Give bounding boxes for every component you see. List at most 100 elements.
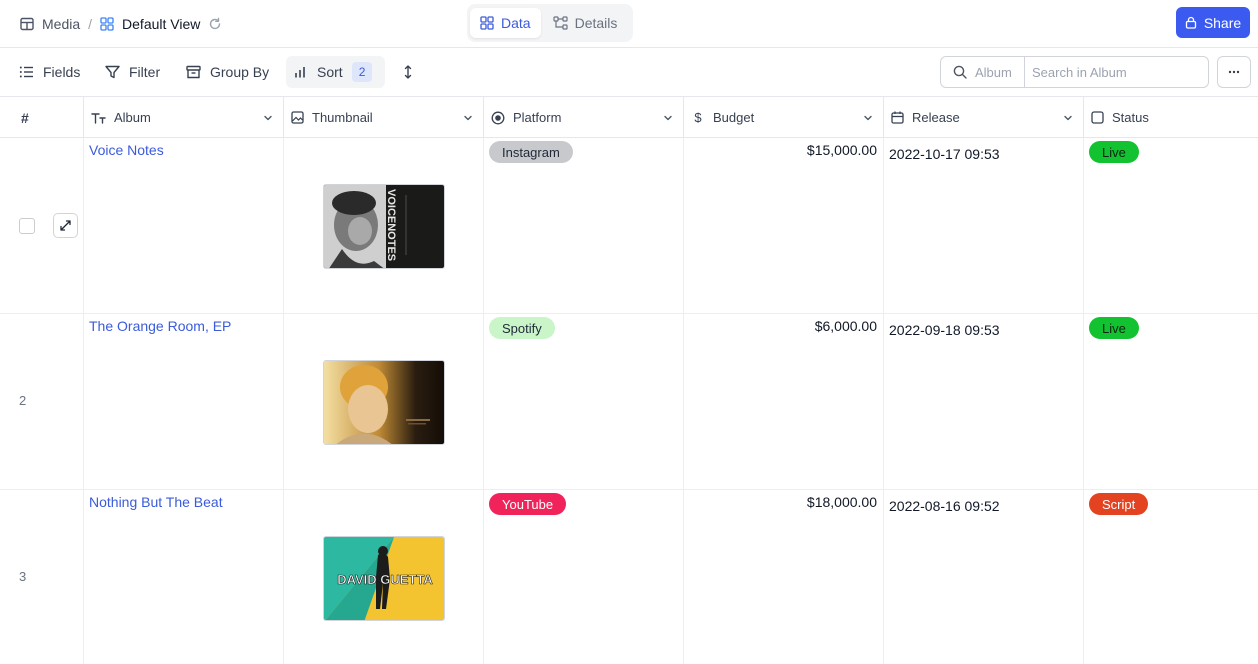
album-cover-image[interactable]: DAVID GUETTA	[323, 536, 445, 621]
sort-count-badge: 2	[351, 62, 373, 82]
fields-button[interactable]: Fields	[19, 56, 80, 88]
platform-cell[interactable]: Instagram	[484, 138, 684, 313]
budget-cell[interactable]: $18,000.00	[684, 490, 884, 664]
table-row[interactable]: 3 Nothing But The Beat DAVID GUETTA YouT…	[0, 490, 1258, 664]
column-album-label: Album	[114, 110, 151, 125]
platform-cell[interactable]: Spotify	[484, 314, 684, 489]
refresh-icon[interactable]	[208, 17, 222, 31]
row-height-button[interactable]	[401, 56, 415, 88]
single-select-icon	[491, 111, 505, 125]
row-number: 3	[19, 569, 27, 584]
data-grid: # Album Thumbnail Platform $ Budget Rele…	[0, 97, 1258, 664]
top-bar: Media / Default View Data Details Share	[0, 0, 1258, 48]
tab-data-label: Data	[501, 15, 531, 31]
column-header-album[interactable]: Album	[84, 97, 284, 138]
column-header-platform[interactable]: Platform	[484, 97, 684, 138]
image-icon	[291, 111, 304, 124]
album-link[interactable]: Nothing But The Beat	[89, 494, 223, 510]
column-header-status[interactable]: Status	[1084, 97, 1258, 138]
status-badge: Script	[1089, 493, 1149, 515]
platform-tag: Instagram	[489, 141, 573, 163]
table-row[interactable]: Voice Notes VOICENOTES Instagram $15,000…	[0, 138, 1258, 314]
breadcrumb-base-label: Media	[42, 16, 81, 32]
chevron-down-icon[interactable]	[463, 111, 473, 126]
search-field-label: Album	[975, 64, 1012, 80]
header-row: # Album Thumbnail Platform $ Budget Rele…	[0, 97, 1258, 138]
text-type-icon	[91, 112, 106, 124]
album-cover-image[interactable]: VOICENOTES	[323, 184, 445, 269]
sort-button[interactable]: Sort 2	[286, 56, 385, 88]
platform-tag: Spotify	[489, 317, 555, 339]
chevron-down-icon[interactable]	[1063, 111, 1073, 126]
toolbar: Fields Filter Group By Sort 2 Album	[0, 48, 1258, 97]
view-tabs: Data Details	[467, 4, 633, 42]
search-field-select[interactable]: Album	[941, 57, 1025, 87]
album-link[interactable]: The Orange Room, EP	[89, 318, 231, 334]
chevron-down-icon[interactable]	[263, 111, 273, 126]
breadcrumb-view[interactable]: Default View	[100, 16, 200, 32]
budget-cell[interactable]: $6,000.00	[684, 314, 884, 489]
filter-icon	[105, 65, 120, 79]
calendar-icon	[891, 111, 904, 124]
release-value: 2022-10-17 09:53	[889, 146, 1000, 162]
column-header-release[interactable]: Release	[884, 97, 1084, 138]
column-header-number: #	[0, 97, 84, 138]
row-number-cell: 3	[0, 490, 84, 664]
release-cell[interactable]: 2022-09-18 09:53	[884, 314, 1084, 489]
thumbnail-cell[interactable]: DAVID GUETTA	[284, 490, 484, 664]
tab-details-label: Details	[574, 15, 618, 31]
breadcrumb: Media / Default View	[20, 0, 222, 48]
search-input[interactable]	[1025, 57, 1208, 87]
chevron-down-icon[interactable]	[863, 111, 873, 126]
album-link[interactable]: Voice Notes	[89, 142, 164, 158]
album-cell[interactable]: Voice Notes	[84, 138, 284, 313]
breadcrumb-base[interactable]: Media	[20, 16, 80, 32]
platform-tag: YouTube	[489, 493, 567, 515]
sort-bars-icon	[294, 65, 308, 79]
status-badge: Live	[1089, 317, 1139, 339]
vertical-arrows-icon	[401, 64, 415, 80]
search-box: Album	[940, 56, 1209, 88]
album-cell[interactable]: The Orange Room, EP	[84, 314, 284, 489]
column-thumbnail-label: Thumbnail	[312, 110, 373, 125]
status-cell[interactable]: Live	[1084, 314, 1258, 489]
grid-view-icon	[100, 17, 114, 31]
table-icon	[20, 17, 34, 31]
thumbnail-cell[interactable]	[284, 314, 484, 489]
checkbox-icon	[1091, 111, 1104, 124]
status-cell[interactable]: Script	[1084, 490, 1258, 664]
budget-value: $6,000.00	[814, 318, 877, 334]
column-number-label: #	[21, 109, 29, 126]
release-cell[interactable]: 2022-10-17 09:53	[884, 138, 1084, 313]
relations-icon	[552, 16, 568, 30]
column-header-thumbnail[interactable]: Thumbnail	[284, 97, 484, 138]
grid-icon	[480, 16, 494, 30]
thumbnail-cell[interactable]: VOICENOTES	[284, 138, 484, 313]
archive-icon	[186, 65, 201, 79]
tab-details[interactable]: Details	[543, 8, 628, 38]
filter-button[interactable]: Filter	[105, 56, 160, 88]
release-cell[interactable]: 2022-08-16 09:52	[884, 490, 1084, 664]
share-button[interactable]: Share	[1176, 7, 1250, 38]
more-options-button[interactable]	[1217, 56, 1251, 88]
chevron-down-icon[interactable]	[663, 111, 673, 126]
status-cell[interactable]: Live	[1084, 138, 1258, 313]
column-header-budget[interactable]: $ Budget	[684, 97, 884, 138]
row-number: 2	[19, 393, 27, 408]
row-number-cell: 2	[0, 314, 84, 489]
breadcrumb-separator: /	[88, 16, 93, 32]
breadcrumb-view-label: Default View	[122, 16, 201, 32]
album-cover-image[interactable]	[323, 360, 445, 445]
expand-row-button[interactable]	[53, 213, 78, 238]
group-by-label: Group By	[210, 64, 270, 80]
album-cell[interactable]: Nothing But The Beat	[84, 490, 284, 664]
platform-cell[interactable]: YouTube	[484, 490, 684, 664]
group-by-button[interactable]: Group By	[186, 56, 269, 88]
table-row[interactable]: 2 The Orange Room, EP Spotify $6,000.00 …	[0, 314, 1258, 490]
column-budget-label: Budget	[713, 110, 755, 125]
list-icon	[19, 65, 34, 79]
tab-data[interactable]: Data	[470, 8, 541, 38]
expand-icon	[59, 219, 72, 232]
row-select-checkbox[interactable]	[19, 218, 35, 234]
budget-cell[interactable]: $15,000.00	[684, 138, 884, 313]
